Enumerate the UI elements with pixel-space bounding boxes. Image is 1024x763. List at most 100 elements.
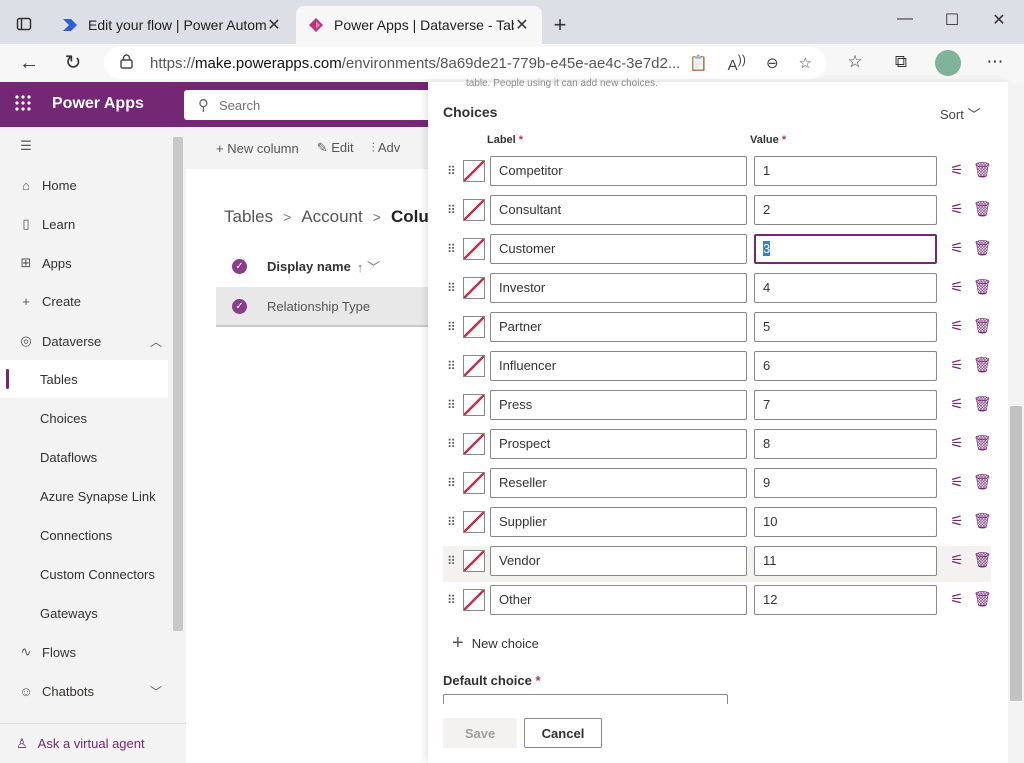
back-icon[interactable]: ← — [16, 51, 42, 75]
color-swatch[interactable] — [463, 238, 485, 260]
advanced-button[interactable]: ⫶ Adv — [372, 140, 401, 156]
choice-row[interactable]: ⠿ Customer 3 ⚟ 🗑 — [443, 234, 992, 270]
favorite-add-icon[interactable]: ☆ — [799, 54, 812, 72]
drag-handle-icon[interactable]: ⠿ — [447, 242, 457, 256]
drag-handle-icon[interactable]: ⠿ — [447, 164, 457, 178]
nav-item-learn[interactable]: ▯ Learn — [0, 205, 168, 243]
choice-value-input[interactable]: 8 — [754, 429, 937, 459]
delete-icon[interactable]: 🗑 — [973, 161, 992, 179]
color-swatch[interactable] — [463, 355, 485, 377]
breadcrumb-account[interactable]: Account — [301, 207, 362, 226]
address-bar[interactable]: https://make.powerapps.com/environments/… — [104, 47, 826, 79]
nav-item-connections[interactable]: Connections — [0, 516, 168, 554]
choice-value-input[interactable]: 12 — [754, 585, 937, 615]
drag-handle-icon[interactable]: ⠿ — [447, 320, 457, 334]
table-row[interactable]: ✓ Relationship Type — [216, 287, 428, 327]
default-choice-dropdown[interactable] — [443, 694, 728, 704]
breadcrumb-tables[interactable]: Tables — [224, 207, 273, 226]
sort-button[interactable]: Sort ﹀ — [940, 104, 980, 123]
nav-item-home[interactable]: ⌂ Home — [0, 166, 168, 204]
delete-icon[interactable]: 🗑 — [973, 200, 992, 218]
cancel-button[interactable]: Cancel — [524, 718, 602, 748]
waffle-icon[interactable] — [14, 94, 32, 112]
delete-icon[interactable]: 🗑 — [973, 317, 992, 335]
choice-row[interactable]: ⠿ Influencer 6 ⚟ 🗑 — [443, 351, 992, 387]
properties-icon[interactable]: ⚟ — [948, 551, 966, 569]
column-header-display-name[interactable]: Display name — [267, 259, 351, 274]
choice-value-input[interactable]: 2 — [754, 195, 937, 225]
nav-item-chatbots[interactable]: ☺ Chatbots ﹀ — [0, 672, 168, 710]
choice-row[interactable]: ⠿ Reseller 9 ⚟ 🗑 — [443, 468, 992, 504]
delete-icon[interactable]: 🗑 — [973, 395, 992, 413]
new-choice-button[interactable]: + New choice — [452, 632, 539, 655]
choice-value-input[interactable]: 1 — [754, 156, 937, 186]
drag-handle-icon[interactable]: ⠿ — [447, 398, 457, 412]
search-input[interactable]: ⚲ Search — [184, 90, 434, 120]
choice-value-input[interactable]: 9 — [754, 468, 937, 498]
nav-item-apps[interactable]: ⊞ Apps — [0, 244, 168, 282]
choice-label-input[interactable]: Consultant — [490, 195, 747, 225]
close-tab-icon[interactable]: ✕ — [514, 15, 530, 35]
favorites-icon[interactable]: ☆ — [843, 52, 867, 74]
drag-handle-icon[interactable]: ⠿ — [447, 203, 457, 217]
zoom-icon[interactable]: ⊖ — [766, 54, 779, 72]
choice-label-input[interactable]: Reseller — [490, 468, 747, 498]
color-swatch[interactable] — [463, 589, 485, 611]
new-column-button[interactable]: + New column — [216, 141, 299, 156]
color-swatch[interactable] — [463, 472, 485, 494]
color-swatch[interactable] — [463, 160, 485, 182]
close-tab-icon[interactable]: ✕ — [266, 15, 282, 35]
color-swatch[interactable] — [463, 199, 485, 221]
choice-row[interactable]: ⠿ Prospect 8 ⚟ 🗑 — [443, 429, 992, 465]
tab-power-automate[interactable]: Edit your flow | Power Automate ✕ — [50, 6, 294, 44]
choice-label-input[interactable]: Supplier — [490, 507, 747, 537]
color-swatch[interactable] — [463, 277, 485, 299]
choice-row[interactable]: ⠿ Partner 5 ⚟ 🗑 — [443, 312, 992, 348]
choice-row[interactable]: ⠿ Supplier 10 ⚟ 🗑 — [443, 507, 992, 543]
color-swatch[interactable] — [463, 433, 485, 455]
choice-row[interactable]: ⠿ Vendor 11 ⚟ 🗑 — [443, 546, 992, 582]
choice-row[interactable]: ⠿ Consultant 2 ⚟ 🗑 — [443, 195, 992, 231]
drag-handle-icon[interactable]: ⠿ — [447, 437, 457, 451]
color-swatch[interactable] — [463, 511, 485, 533]
nav-item-dataverse[interactable]: ◎ Dataverse ︿ — [0, 322, 168, 360]
choice-label-input[interactable]: Competitor — [490, 156, 747, 186]
nav-item-create[interactable]: + Create — [0, 282, 168, 320]
choice-label-input[interactable]: Other — [490, 585, 747, 615]
choice-value-input[interactable]: 5 — [754, 312, 937, 342]
color-swatch[interactable] — [463, 316, 485, 338]
properties-icon[interactable]: ⚟ — [948, 278, 966, 296]
drag-handle-icon[interactable]: ⠿ — [447, 281, 457, 295]
nav-item-tables[interactable]: Tables — [0, 360, 168, 398]
choice-row[interactable]: ⠿ Investor 4 ⚟ 🗑 — [443, 273, 992, 309]
properties-icon[interactable]: ⚟ — [948, 434, 966, 452]
choice-label-input[interactable]: Prospect — [490, 429, 747, 459]
properties-icon[interactable]: ⚟ — [948, 512, 966, 530]
drag-handle-icon[interactable]: ⠿ — [447, 515, 457, 529]
properties-icon[interactable]: ⚟ — [948, 200, 966, 218]
drag-handle-icon[interactable]: ⠿ — [447, 359, 457, 373]
hamburger-menu-icon[interactable]: ☰ — [0, 127, 168, 165]
refresh-icon[interactable]: ↻ — [60, 51, 86, 75]
color-swatch[interactable] — [463, 550, 485, 572]
nav-item-azure-synapse-link[interactable]: Azure Synapse Link — [0, 477, 168, 515]
drag-handle-icon[interactable]: ⠿ — [447, 554, 457, 568]
choice-row[interactable]: ⠿ Other 12 ⚟ 🗑 — [443, 585, 992, 621]
nav-item-choices[interactable]: Choices — [0, 399, 168, 437]
choice-label-input[interactable]: Press — [490, 390, 747, 420]
choice-row[interactable]: ⠿ Competitor 1 ⚟ 🗑 — [443, 156, 992, 192]
nav-item-flows[interactable]: ∿ Flows — [0, 633, 168, 671]
properties-icon[interactable]: ⚟ — [948, 356, 966, 374]
save-button[interactable]: Save — [443, 718, 517, 748]
choice-label-input[interactable]: Vendor — [490, 546, 747, 576]
tab-power-apps[interactable]: Power Apps | Dataverse - Tables | ✕ — [296, 6, 542, 44]
nav-scrollbar[interactable] — [171, 137, 183, 631]
choice-label-input[interactable]: Influencer — [490, 351, 747, 381]
choice-label-input[interactable]: Investor — [490, 273, 747, 303]
read-aloud-icon[interactable]: A)) — [728, 53, 746, 74]
properties-icon[interactable]: ⚟ — [948, 161, 966, 179]
collections-icon[interactable]: ⧉ — [889, 52, 913, 74]
app-name[interactable]: Power Apps — [52, 95, 144, 113]
delete-icon[interactable]: 🗑 — [973, 239, 992, 257]
properties-icon[interactable]: ⚟ — [948, 590, 966, 608]
